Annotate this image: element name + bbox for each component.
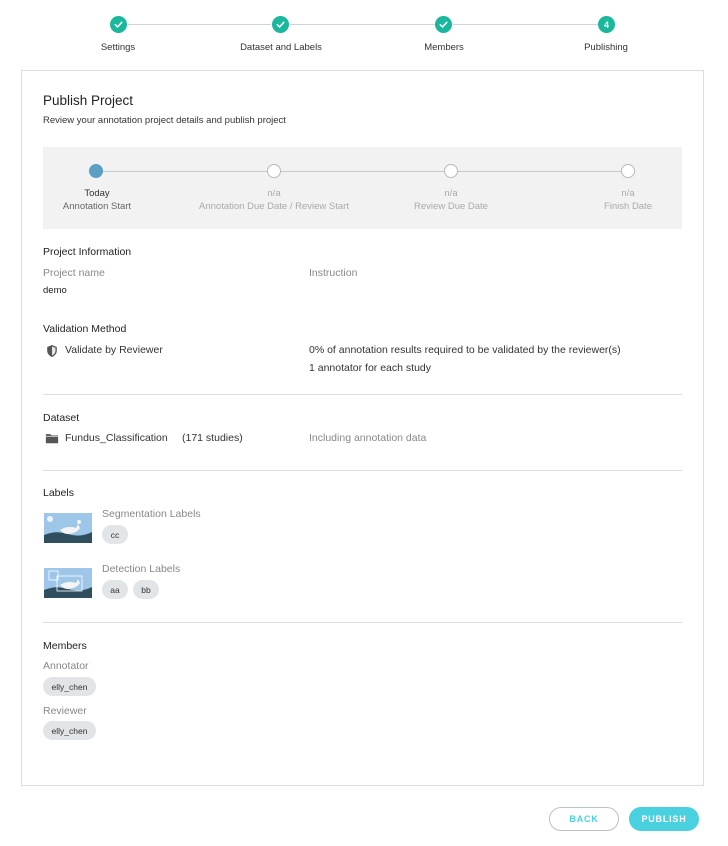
labels-title: Labels <box>43 487 74 499</box>
validation-method-value: Validate by Reviewer <box>65 344 163 356</box>
timeline-dot-annotation-due <box>267 164 281 178</box>
timeline-value: n/a <box>444 188 458 199</box>
dataset-title: Dataset <box>43 412 80 424</box>
timeline-dot-annotation-start <box>89 164 103 178</box>
detection-labels-label: Detection Labels <box>102 563 181 575</box>
timeline-value: Today <box>84 188 110 199</box>
reviewer-label: Reviewer <box>43 705 87 717</box>
reviewer-chip: elly_chen <box>43 721 96 740</box>
project-info-title: Project Information <box>43 246 132 258</box>
segmentation-labels-label: Segmentation Labels <box>102 508 201 520</box>
label-chip: cc <box>102 525 128 544</box>
step-label-dataset[interactable]: Dataset and Labels <box>240 42 322 53</box>
stepper-connector <box>290 24 435 25</box>
dataset-note: Including annotation data <box>309 432 427 444</box>
check-icon <box>114 21 123 28</box>
step-members-check-icon[interactable] <box>435 16 452 33</box>
page-subtitle: Review your annotation project details a… <box>43 115 286 126</box>
validation-title: Validation Method <box>43 323 127 335</box>
dataset-name: Fundus_Classification <box>65 432 168 444</box>
timeline-line <box>96 171 628 172</box>
annotator-chip: elly_chen <box>43 677 96 696</box>
validation-required-text: 0% of annotation results required to be … <box>309 344 621 356</box>
step-label-members[interactable]: Members <box>424 42 464 53</box>
label-chip: bb <box>133 580 159 599</box>
project-name-value: demo <box>43 285 67 296</box>
timeline-label: Annotation Due Date / Review Start <box>199 201 349 212</box>
folder-icon <box>44 431 59 445</box>
timeline-dot-review-due <box>444 164 458 178</box>
check-icon <box>439 21 448 28</box>
timeline-value: n/a <box>621 188 635 199</box>
detection-thumbnail <box>44 568 92 598</box>
schedule-timeline: Today Annotation Start n/a Annotation Du… <box>43 147 682 229</box>
back-button[interactable]: BACK <box>549 807 619 831</box>
project-name-label: Project name <box>43 267 105 279</box>
check-icon <box>276 21 285 28</box>
step-label-publishing: Publishing <box>584 42 628 53</box>
shield-icon <box>44 343 60 359</box>
publish-button[interactable]: PUBLISH <box>629 807 699 831</box>
timeline-label: Finish Date <box>603 201 653 212</box>
section-divider <box>43 470 682 471</box>
step-publishing-number: 4 <box>598 16 615 33</box>
step-label-settings[interactable]: Settings <box>101 42 135 53</box>
stepper-connector <box>453 24 598 25</box>
timeline-label: Annotation Start <box>62 201 132 212</box>
annotators-per-study-text: 1 annotator for each study <box>309 362 431 374</box>
dataset-study-count: (171 studies) <box>182 432 243 444</box>
timeline-label: Review Due Date <box>414 201 488 212</box>
annotator-label: Annotator <box>43 660 89 672</box>
step-settings-check-icon[interactable] <box>110 16 127 33</box>
segmentation-thumbnail <box>44 513 92 543</box>
stepper-connector <box>128 24 271 25</box>
timeline-value: n/a <box>267 188 281 199</box>
progress-stepper: 4 Settings Dataset and Labels Members Pu… <box>0 0 728 60</box>
members-title: Members <box>43 640 87 652</box>
step-dataset-check-icon[interactable] <box>272 16 289 33</box>
instruction-label: Instruction <box>309 267 358 279</box>
section-divider <box>43 394 682 395</box>
timeline-dot-finish <box>621 164 635 178</box>
page-title: Publish Project <box>43 93 134 108</box>
label-chip: aa <box>102 580 128 599</box>
section-divider <box>43 622 682 623</box>
